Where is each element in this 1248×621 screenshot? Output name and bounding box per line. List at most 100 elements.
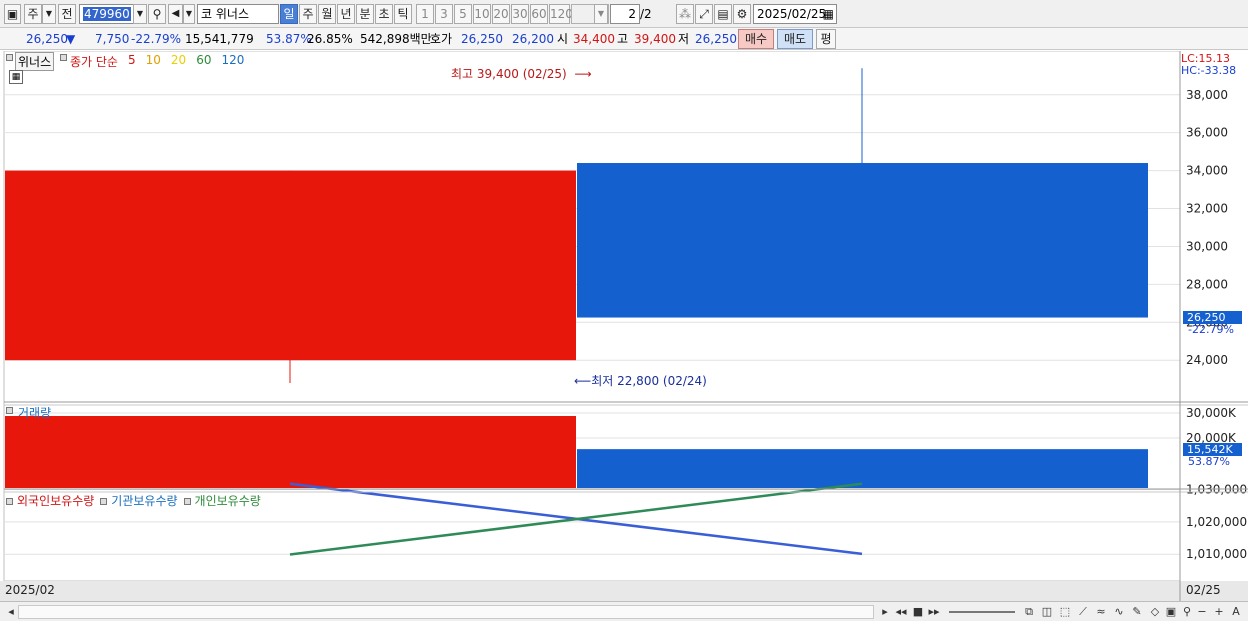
zoom-icon[interactable]: ⚲ — [1180, 605, 1194, 619]
volume-value: 15,541,779 — [185, 32, 254, 46]
holdings-legend-item: 기관보유수량 — [111, 494, 178, 508]
date-input[interactable]: 2025/02/25 ▦ — [753, 4, 837, 24]
ma-period-1: 10 — [145, 53, 161, 67]
prev-button[interactable]: 전 — [58, 4, 76, 24]
low-note: 최저 22,800 (02/24) — [591, 374, 707, 388]
down-arrow-icon: ▼ — [66, 32, 76, 46]
holdings-legend-item: 외국인보유수량 — [17, 494, 95, 508]
date-value: 2025/02/25 — [757, 7, 827, 21]
interval-button-4[interactable]: 20 — [492, 4, 510, 24]
change-percent: -22.79% — [131, 32, 182, 46]
price-tick-label: 34,000 — [1186, 164, 1228, 178]
tab-period-3[interactable]: 년 — [337, 4, 355, 24]
low-price: 26,250 — [695, 32, 737, 46]
volume-toggle-icon[interactable] — [6, 407, 13, 414]
main-toolbar: ▣ 주 ▼ 전 479960 ▼ ⚲ ◀ ▼ 코 위너스 일주월년분초틱 135… — [0, 0, 1248, 28]
legend-stock-name[interactable]: 위너스 — [15, 52, 55, 71]
text-size-icon[interactable]: A — [1229, 605, 1243, 619]
arrow-left-icon: ⟵ — [574, 374, 592, 388]
interval-button-6[interactable]: 60 — [530, 4, 548, 24]
stock-chart[interactable]: 24,00026,00028,00030,00032,00034,00036,0… — [0, 51, 1248, 601]
count-input[interactable]: 2 — [610, 4, 640, 24]
speaker-icon[interactable]: ◀ — [168, 4, 183, 24]
fast-forward-icon[interactable]: ▸▸ — [927, 605, 941, 619]
candle-body — [5, 170, 576, 361]
interval-button-2[interactable]: 5 — [454, 4, 472, 24]
calendar-icon[interactable]: ▦ — [823, 5, 834, 23]
arrow-right-icon: ⟶ — [574, 67, 592, 81]
period-unit-select[interactable]: 주 — [24, 4, 42, 24]
scroll-right-icon[interactable]: ▸ — [878, 605, 892, 619]
tool-add-icon[interactable]: ⤢ — [695, 4, 713, 24]
save-icon[interactable]: ▤ — [714, 4, 732, 24]
stock-name-field[interactable]: 코 위너스 — [197, 4, 279, 24]
sell-button[interactable]: 매도 — [777, 29, 813, 49]
holdings-tick-label: 1,010,000 — [1186, 547, 1247, 561]
open-label: 시 — [557, 32, 569, 46]
zoom-in-icon[interactable]: + — [1212, 605, 1226, 619]
high-price: 39,400 — [634, 32, 676, 46]
stop-icon[interactable]: ■ — [911, 605, 925, 619]
ma-period-3: 60 — [196, 53, 212, 67]
interval-button-1[interactable]: 3 — [435, 4, 453, 24]
lc-value: LC:15.13 — [1181, 52, 1231, 65]
ma-period-4: 120 — [221, 53, 245, 67]
tab-period-0[interactable]: 일 — [280, 4, 298, 24]
legend-toggle-icon[interactable] — [6, 54, 13, 61]
search-icon[interactable]: ⚲ — [148, 4, 166, 24]
ma-period-0: 5 — [128, 53, 136, 67]
grid-icon[interactable]: ▦ — [9, 70, 23, 84]
chevron-down-icon[interactable]: ▼ — [42, 4, 56, 24]
interval-button-0[interactable]: 1 — [416, 4, 434, 24]
eval-button[interactable]: 평 — [816, 29, 836, 49]
holdings-toggle-icon[interactable] — [183, 498, 191, 505]
stock-code-value: 479960 — [83, 7, 131, 21]
x-axis-start: 2025/02 — [5, 583, 55, 597]
candle-body — [577, 163, 1148, 318]
select-icon[interactable]: ⬚ — [1058, 605, 1072, 619]
image-tool-icon[interactable]: ▣ — [1164, 605, 1178, 619]
tab-period-2[interactable]: 월 — [318, 4, 336, 24]
speaker-dropdown-icon[interactable]: ▼ — [183, 4, 195, 24]
high-label: 고 — [617, 32, 629, 46]
tab-period-5[interactable]: 초 — [375, 4, 393, 24]
ma-toggle-icon[interactable] — [60, 54, 67, 61]
low-label: 저 — [678, 32, 690, 46]
code-dropdown-icon[interactable]: ▼ — [133, 4, 147, 24]
tab-period-6[interactable]: 틱 — [394, 4, 412, 24]
zoom-out-icon[interactable]: − — [1195, 605, 1209, 619]
holdings-toggle-icon[interactable] — [6, 498, 13, 505]
stock-code-input[interactable]: 479960 — [79, 4, 134, 24]
price-change: 7,750 — [95, 32, 130, 46]
window-icon[interactable]: ▣ — [4, 4, 21, 24]
shape-tool-icon[interactable]: ◇ — [1148, 605, 1162, 619]
bid-price: 26,200 — [512, 32, 554, 46]
rewind-icon[interactable]: ◂◂ — [894, 605, 908, 619]
blank-dropdown-icon[interactable]: ▼ — [594, 4, 608, 24]
pen-tool-icon[interactable]: ✎ — [1130, 605, 1144, 619]
interval-button-7[interactable]: 120 — [549, 4, 573, 24]
zoom-slider[interactable] — [949, 611, 1015, 613]
copy-icon[interactable]: ⧉ — [1022, 605, 1036, 619]
overlay-icon[interactable]: ⁂ — [676, 4, 694, 24]
hoga-label: 호가 — [430, 32, 453, 46]
horizontal-scrollbar[interactable] — [18, 605, 874, 619]
high-note: 최고 39,400 (02/25) — [451, 67, 567, 81]
interval-button-5[interactable]: 30 — [511, 4, 529, 24]
last-price-pct: -22.79% — [1188, 323, 1234, 336]
split-icon[interactable]: ◫ — [1040, 605, 1054, 619]
wave-tool-icon[interactable]: ∿ — [1112, 605, 1126, 619]
holdings-legend: 외국인보유수량 기관보유수량 개인보유수량 — [4, 492, 265, 509]
ask-price: 26,250 — [461, 32, 503, 46]
line-tool-icon[interactable]: ⟋ — [1076, 605, 1090, 619]
low-annotation: ⟵최저 22,800 (02/24) — [574, 372, 707, 389]
interval-button-3[interactable]: 10 — [473, 4, 491, 24]
scroll-left-icon[interactable]: ◂ — [4, 605, 18, 619]
price-tick-label: 24,000 — [1186, 353, 1228, 367]
gear-icon[interactable]: ⚙ — [733, 4, 751, 24]
tab-period-4[interactable]: 분 — [356, 4, 374, 24]
fib-tool-icon[interactable]: ≈ — [1094, 605, 1108, 619]
tab-period-1[interactable]: 주 — [299, 4, 317, 24]
holdings-toggle-icon[interactable] — [100, 498, 108, 505]
buy-button[interactable]: 매수 — [738, 29, 774, 49]
